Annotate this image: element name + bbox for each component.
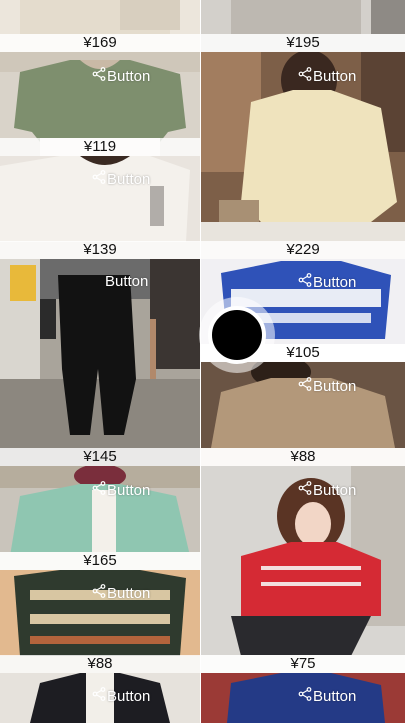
product-card[interactable]: Button ¥139: [0, 156, 200, 259]
product-card[interactable]: Button: [201, 673, 405, 723]
share-button-label: Button: [313, 377, 357, 395]
share-button-label: Button: [313, 481, 357, 499]
product-card[interactable]: Button ¥119: [0, 52, 200, 156]
share-button[interactable]: Button: [298, 377, 356, 396]
share-button-label: Button: [105, 273, 149, 290]
share-icon: [298, 273, 312, 292]
share-icon: [92, 170, 106, 189]
product-card[interactable]: Button ¥75: [201, 466, 405, 673]
product-card[interactable]: Button ¥145: [0, 259, 200, 466]
share-button[interactable]: Button: [298, 481, 356, 500]
share-button[interactable]: Button: [298, 687, 356, 706]
share-button[interactable]: Button: [105, 273, 148, 291]
product-card[interactable]: Button ¥165: [0, 466, 200, 570]
share-button[interactable]: Button: [92, 584, 150, 603]
product-card[interactable]: ¥169: [0, 0, 200, 52]
product-price: ¥119: [0, 138, 200, 156]
product-card[interactable]: Button: [0, 673, 200, 723]
product-price: ¥88: [0, 655, 200, 673]
product-card[interactable]: ¥195: [201, 0, 405, 52]
share-button-label: Button: [107, 67, 151, 85]
share-button-label: Button: [107, 687, 151, 705]
share-button-label: Button: [107, 481, 151, 499]
share-button-label: Button: [107, 584, 151, 602]
share-icon: [298, 687, 312, 706]
product-price: ¥165: [0, 552, 200, 570]
product-card[interactable]: Button ¥88: [0, 570, 200, 673]
share-icon: [298, 481, 312, 500]
share-icon: [92, 584, 106, 603]
share-icon: [298, 377, 312, 396]
share-button[interactable]: Button: [92, 687, 150, 706]
share-button[interactable]: Button: [92, 481, 150, 500]
share-icon: [92, 481, 106, 500]
product-price: ¥145: [0, 448, 200, 466]
floating-button-core: [208, 306, 266, 364]
share-button[interactable]: Button: [92, 67, 150, 86]
product-card[interactable]: Button ¥229: [201, 52, 405, 259]
share-button[interactable]: Button: [298, 67, 356, 86]
share-button-label: Button: [313, 687, 357, 705]
share-button-label: Button: [313, 273, 357, 291]
share-button[interactable]: Button: [298, 273, 356, 292]
share-icon: [92, 67, 106, 86]
product-price: ¥169: [0, 34, 200, 52]
share-button[interactable]: Button: [92, 170, 150, 189]
product-image: [0, 259, 200, 466]
product-price: ¥139: [0, 241, 200, 259]
product-card[interactable]: Button ¥88: [201, 362, 405, 466]
product-price: ¥88: [201, 448, 405, 466]
share-icon: [298, 67, 312, 86]
product-price: ¥195: [201, 34, 405, 52]
share-button-label: Button: [107, 170, 151, 188]
product-price: ¥229: [201, 241, 405, 259]
share-icon: [92, 687, 106, 706]
product-price: ¥75: [201, 655, 405, 673]
floating-action-button[interactable]: [199, 297, 275, 373]
share-button-label: Button: [313, 67, 357, 85]
